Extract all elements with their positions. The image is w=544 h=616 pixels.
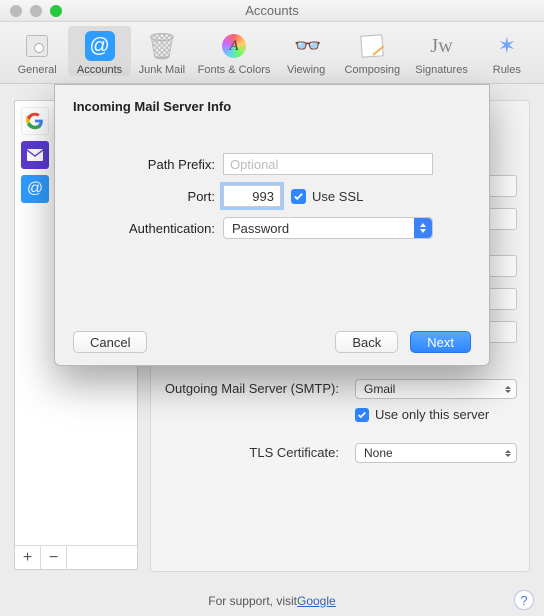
account-google[interactable]	[21, 107, 49, 135]
body: @ + − Outgoing Mail Server (SMTP): Gmail…	[0, 84, 544, 616]
minimize-window-button[interactable]	[30, 5, 42, 17]
traffic-lights	[0, 5, 62, 17]
account-at[interactable]: @	[21, 175, 49, 203]
tls-value: None	[364, 446, 393, 460]
fonts-colors-icon: A	[218, 30, 250, 62]
sidebar-footer: + −	[15, 545, 137, 569]
next-button[interactable]: Next	[410, 331, 471, 353]
use-ssl-label: Use SSL	[312, 189, 363, 204]
smtp-select[interactable]: Gmail	[355, 379, 517, 399]
general-icon	[21, 30, 53, 62]
remove-account-button[interactable]: −	[41, 546, 67, 569]
authentication-label: Authentication:	[73, 221, 223, 236]
tab-junk-mail[interactable]: 🗑 Junk Mail	[131, 26, 193, 76]
use-only-server-checkbox[interactable]	[355, 408, 369, 422]
envelope-icon	[27, 149, 43, 161]
cancel-button[interactable]: Cancel	[73, 331, 147, 353]
chevron-updown-icon	[501, 381, 515, 397]
accounts-icon: @	[84, 30, 116, 62]
tab-viewing[interactable]: 👓 Viewing	[275, 26, 337, 76]
google-logo-icon	[26, 112, 44, 130]
tab-accounts[interactable]: @ Accounts	[68, 26, 130, 76]
account-mail[interactable]	[21, 141, 49, 169]
preferences-window: Accounts General @ Accounts 🗑 Junk Mail …	[0, 0, 544, 616]
incoming-server-sheet: Incoming Mail Server Info Path Prefix: P…	[54, 84, 490, 366]
titlebar: Accounts	[0, 0, 544, 22]
tab-general[interactable]: General	[6, 26, 68, 76]
use-only-server-label: Use only this server	[375, 407, 489, 422]
port-input[interactable]	[223, 185, 281, 207]
add-account-button[interactable]: +	[15, 546, 41, 569]
close-window-button[interactable]	[10, 5, 22, 17]
use-only-server-row: Use only this server	[355, 407, 517, 422]
viewing-icon: 👓	[290, 30, 322, 62]
sheet-title: Incoming Mail Server Info	[55, 85, 489, 124]
authentication-value: Password	[232, 221, 289, 236]
help-button[interactable]: ?	[514, 590, 534, 610]
composing-icon	[356, 30, 388, 62]
support-link[interactable]: Google	[297, 594, 336, 608]
preferences-toolbar: General @ Accounts 🗑 Junk Mail A Fonts &…	[0, 22, 544, 84]
tls-label: TLS Certificate:	[249, 445, 339, 460]
chevron-updown-icon	[414, 218, 432, 238]
window-title: Accounts	[0, 3, 544, 18]
junk-mail-icon: 🗑	[146, 30, 178, 62]
tab-rules[interactable]: ✶ Rules	[476, 26, 538, 76]
rules-icon: ✶	[491, 30, 523, 62]
signatures-icon: Jw	[426, 30, 458, 62]
back-button[interactable]: Back	[335, 331, 398, 353]
authentication-select[interactable]: Password	[223, 217, 433, 239]
tab-fonts-colors[interactable]: A Fonts & Colors	[193, 26, 275, 76]
zoom-window-button[interactable]	[50, 5, 62, 17]
tab-signatures[interactable]: Jw Signatures	[407, 26, 475, 76]
sheet-form: Path Prefix: Port: Use SSL Authenticatio…	[55, 124, 489, 244]
sheet-footer: Cancel Back Next	[55, 331, 489, 353]
chevron-updown-icon	[501, 445, 515, 461]
use-ssl-checkbox[interactable]	[291, 189, 306, 204]
path-prefix-label: Path Prefix:	[73, 157, 223, 172]
path-prefix-input[interactable]	[223, 153, 433, 175]
tab-composing[interactable]: Composing	[337, 26, 407, 76]
footer: For support, visit Google	[0, 586, 544, 616]
port-label: Port:	[73, 189, 223, 204]
smtp-value: Gmail	[364, 382, 395, 396]
footer-text: For support, visit	[208, 594, 297, 608]
tls-select[interactable]: None	[355, 443, 517, 463]
smtp-label: Outgoing Mail Server (SMTP):	[165, 381, 339, 396]
